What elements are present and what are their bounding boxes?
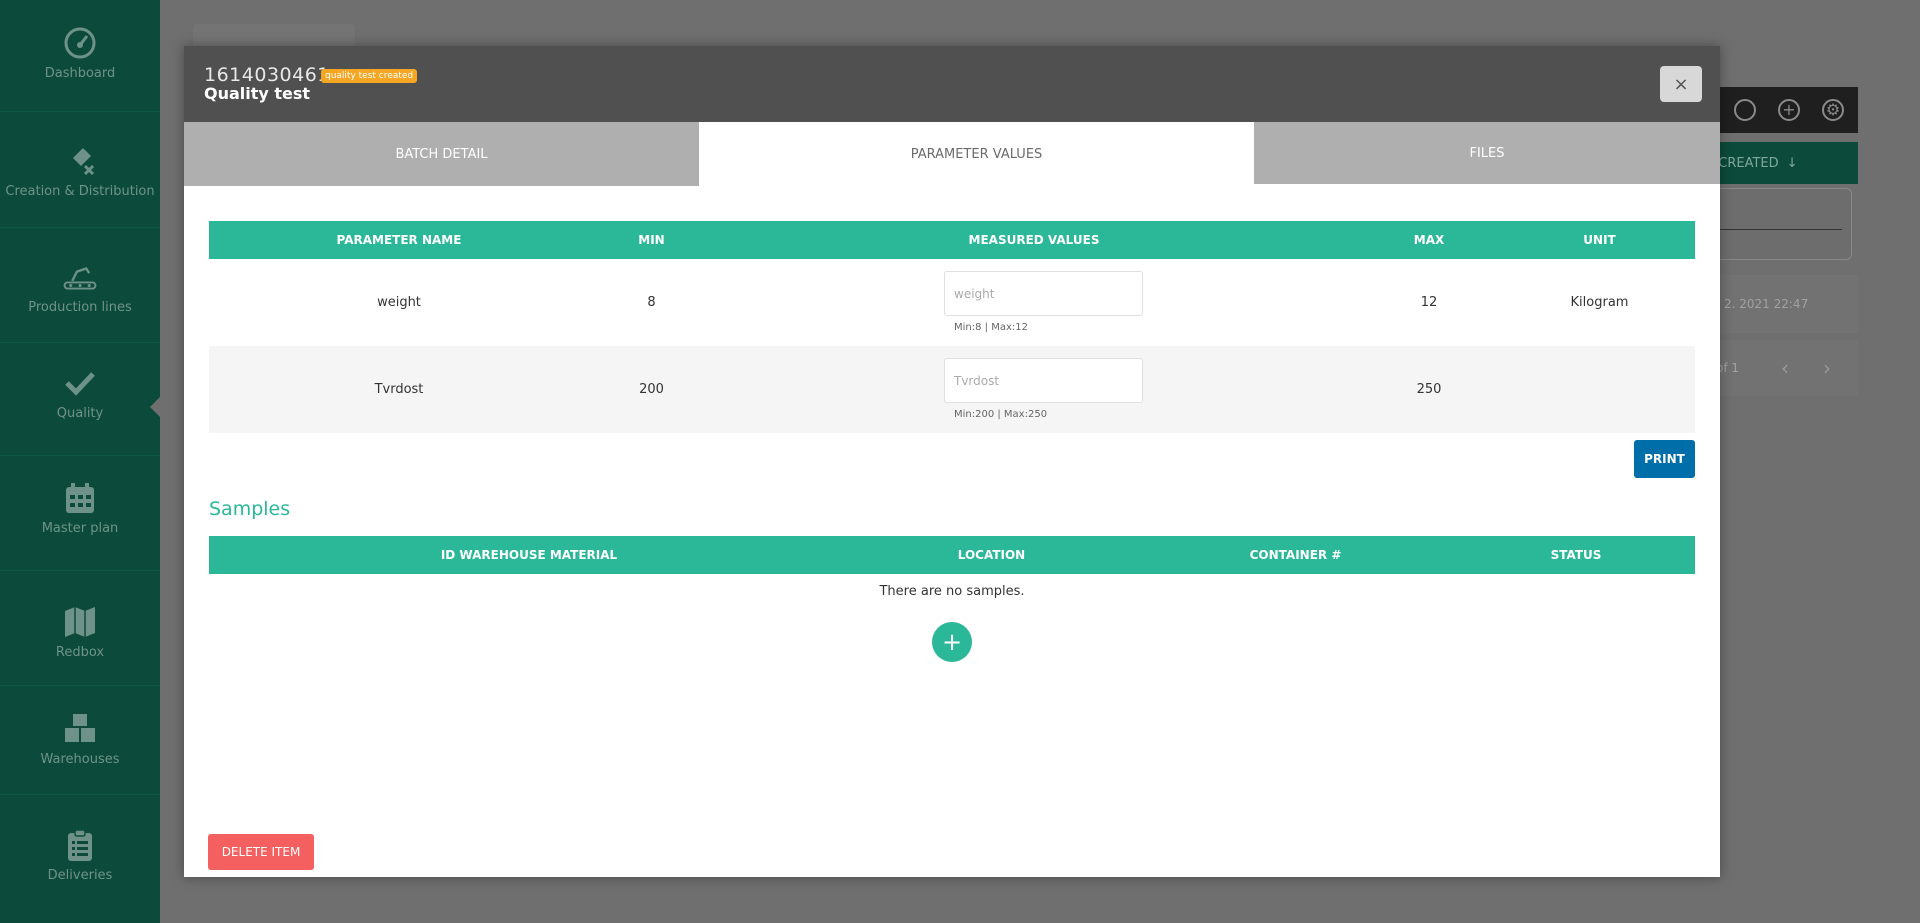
header-status: STATUS (1550, 548, 1602, 562)
add-sample-button[interactable]: + (932, 622, 972, 662)
sidebar-item-warehouses[interactable]: Warehouses (0, 712, 160, 767)
map-book-icon (65, 607, 95, 637)
samples-title: Samples (209, 498, 291, 520)
modal-header: 1614030461 quality test created Quality … (184, 46, 1720, 122)
header-container: CONTAINER # (1249, 548, 1342, 562)
parameter-table: PARAMETER NAME MIN MEASURED VALUES MAX U… (209, 221, 1695, 433)
sidebar-item-label: Master plan (41, 521, 119, 536)
measured-cell: weight Min:8 | Max:12 (714, 259, 1354, 346)
parameter-name: weight (377, 295, 421, 310)
boxes-icon (65, 714, 95, 742)
header-min: MIN (638, 233, 665, 247)
clipboard-list-icon (68, 829, 92, 861)
parameter-name: Tvrdost (374, 382, 424, 397)
sidebar-item-quality[interactable]: Quality (0, 366, 160, 421)
sidebar-item-label: Quality (56, 406, 104, 421)
background-card (193, 24, 355, 46)
header-max: MAX (1413, 233, 1445, 247)
parameter-max: 12 (1420, 295, 1438, 310)
tab-files[interactable]: Files (1254, 122, 1720, 184)
gear-icon: ⚙ (1822, 99, 1844, 121)
divider (0, 342, 160, 343)
range-hint: Min:200 | Max:250 (954, 409, 1048, 420)
tab-batch-detail[interactable]: Batch detail (184, 122, 699, 186)
measured-cell: Tvrdost Min:200 | Max:250 (714, 346, 1354, 433)
sidebar-item-deliveries[interactable]: Deliveries (0, 828, 160, 883)
table-row: weight 8 weight Min:8 | Max:12 12 Kilogr… (209, 259, 1695, 346)
sidebar-item-dashboard[interactable]: Dashboard (0, 26, 160, 81)
sidebar-item-label: Redbox (55, 645, 105, 660)
samples-table: ID WAREHOUSE MATERIAL LOCATION CONTAINER… (209, 536, 1695, 574)
sidebar-item-label: Warehouses (40, 752, 120, 767)
chevron-right-icon: › (1823, 356, 1832, 380)
robot-arm-icon (63, 267, 97, 290)
sidebar-item-master-plan[interactable]: Master plan (0, 481, 160, 536)
measured-value-input[interactable]: weight (944, 271, 1143, 316)
divider (0, 794, 160, 795)
modal-title: Quality test (204, 84, 311, 103)
table-header: PARAMETER NAME MIN MEASURED VALUES MAX U… (209, 221, 1695, 259)
sidebar-item-production-lines[interactable]: Production lines (0, 260, 160, 315)
tab-parameter-values[interactable]: Parameter values (699, 122, 1254, 186)
sidebar-item-label: Creation & Distribution (5, 184, 155, 199)
header-id-warehouse-material: ID WAREHOUSE MATERIAL (440, 548, 618, 562)
add-icon: + (1778, 99, 1800, 121)
modal-tabs: Batch detail Parameter values Files (184, 122, 1720, 186)
sidebar-item-label: Deliveries (47, 868, 113, 883)
status-badge: quality test created (321, 69, 418, 83)
sidebar-item-redbox[interactable]: Redbox (0, 605, 160, 660)
arrow-down-icon: ↓ (1786, 155, 1798, 171)
divider (0, 570, 160, 571)
active-item-pointer (150, 395, 162, 419)
print-button[interactable]: PRINT (1634, 440, 1695, 478)
header-location: LOCATION (957, 548, 1026, 562)
parameter-min: 8 (647, 295, 656, 310)
sidebar-item-label: Production lines (28, 300, 132, 315)
filter-icon (1734, 99, 1756, 121)
delete-item-button[interactable]: Delete item (208, 834, 314, 870)
list-item-date: 2. 2021 22:47 (1724, 297, 1809, 311)
gauge-icon (64, 27, 96, 59)
chevron-left-icon: ‹ (1781, 356, 1790, 380)
empty-samples-message: There are no samples. (879, 584, 1025, 599)
parameter-unit: Kilogram (1570, 295, 1629, 310)
parameter-max: 250 (1416, 382, 1442, 397)
batch-id: 1614030461 (204, 64, 330, 86)
sidebar-item-label: Dashboard (44, 66, 116, 81)
table-header: ID WAREHOUSE MATERIAL LOCATION CONTAINER… (209, 536, 1695, 574)
divider (0, 227, 160, 228)
range-hint: Min:8 | Max:12 (954, 322, 1028, 333)
pin-distribution-icon (71, 148, 95, 176)
checkmark-icon (65, 372, 95, 396)
divider (0, 111, 160, 112)
measured-value-input[interactable]: Tvrdost (944, 358, 1143, 403)
plus-icon: + (941, 628, 963, 656)
sidebar-item-creation-distribution[interactable]: Creation & Distribution (0, 144, 160, 199)
close-button[interactable]: × (1660, 66, 1702, 102)
header-parameter-name: PARAMETER NAME (336, 233, 462, 247)
sidebar: Dashboard Creation & Distribution Produc… (0, 0, 162, 923)
header-unit: UNIT (1583, 233, 1616, 247)
quality-test-modal: 1614030461 quality test created Quality … (184, 46, 1720, 877)
header-measured-values: MEASURED VALUES (968, 233, 1100, 247)
divider (0, 455, 160, 456)
parameter-min: 200 (639, 382, 664, 397)
close-icon: × (1673, 73, 1689, 95)
calendar-icon (66, 483, 94, 513)
table-row: Tvrdost 200 Tvrdost Min:200 | Max:250 25… (209, 346, 1695, 433)
divider (0, 685, 160, 686)
